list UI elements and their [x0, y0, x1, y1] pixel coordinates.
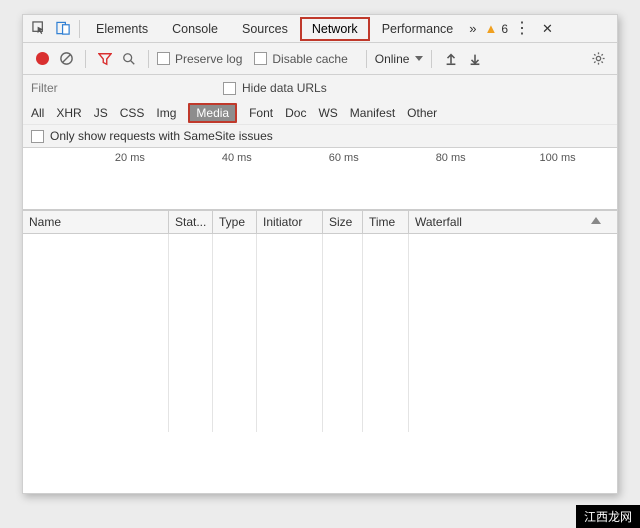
sort-ascending-icon [591, 217, 601, 224]
download-har-icon[interactable] [464, 52, 486, 66]
resource-type-filters: All XHR JS CSS Img Media Font Doc WS Man… [23, 101, 617, 125]
throttling-value: Online [375, 52, 410, 66]
upload-har-icon[interactable] [440, 52, 462, 66]
col-initiator[interactable]: Initiator [257, 211, 323, 233]
warning-count: 6 [501, 22, 508, 36]
clear-button[interactable] [55, 51, 77, 66]
col-name[interactable]: Name [23, 211, 169, 233]
checkbox-icon [254, 52, 267, 65]
type-manifest[interactable]: Manifest [350, 106, 395, 120]
disable-cache-checkbox[interactable]: Disable cache [254, 52, 347, 66]
dropdown-icon [415, 56, 423, 61]
tab-console[interactable]: Console [160, 15, 230, 43]
timeline-tick: 80 ms [436, 152, 466, 164]
device-toolbar-icon[interactable] [51, 21, 75, 36]
col-waterfall-label: Waterfall [415, 215, 462, 229]
tab-performance[interactable]: Performance [370, 15, 466, 43]
type-font[interactable]: Font [249, 106, 273, 120]
devtools-menu-icon[interactable]: ⋮ [508, 21, 536, 37]
watermark: 江西龙网 [576, 505, 640, 528]
type-ws[interactable]: WS [318, 106, 337, 120]
preserve-log-checkbox[interactable]: Preserve log [157, 52, 242, 66]
requests-table-header: Name Stat... Type Initiator Size Time Wa… [23, 210, 617, 234]
samesite-checkbox[interactable]: Only show requests with SameSite issues [23, 125, 617, 148]
type-img[interactable]: Img [156, 106, 176, 120]
filter-input[interactable] [29, 80, 209, 96]
tab-network[interactable]: Network [300, 17, 370, 41]
separator [366, 50, 367, 68]
col-waterfall[interactable]: Waterfall [409, 211, 617, 233]
more-tabs-chevron-icon[interactable]: » [465, 21, 480, 36]
checkbox-icon [31, 130, 44, 143]
tab-sources[interactable]: Sources [230, 15, 300, 43]
inspect-element-icon[interactable] [27, 21, 51, 36]
col-type[interactable]: Type [213, 211, 257, 233]
timeline-tick: 100 ms [540, 152, 576, 164]
settings-gear-icon[interactable] [587, 51, 609, 66]
timeline-tick: 40 ms [222, 152, 252, 164]
col-status[interactable]: Stat... [169, 211, 213, 233]
col-time[interactable]: Time [363, 211, 409, 233]
requests-table-body [23, 234, 617, 432]
record-button[interactable] [31, 52, 53, 65]
checkbox-icon [157, 52, 170, 65]
separator [431, 50, 432, 68]
warnings-badge[interactable]: ▲ 6 [484, 22, 508, 36]
throttling-select[interactable]: Online [375, 52, 424, 66]
timeline-tick: 20 ms [115, 152, 145, 164]
type-all[interactable]: All [31, 106, 44, 120]
overview-timeline[interactable]: 20 ms 40 ms 60 ms 80 ms 100 ms [23, 148, 617, 210]
type-doc[interactable]: Doc [285, 106, 306, 120]
warning-icon: ▲ [484, 22, 497, 35]
type-css[interactable]: CSS [120, 106, 145, 120]
filter-toggle-icon[interactable] [94, 52, 116, 66]
type-other[interactable]: Other [407, 106, 437, 120]
filter-row: Hide data URLs [23, 75, 617, 101]
devtools-window: Elements Console Sources Network Perform… [22, 14, 618, 494]
disable-cache-label: Disable cache [272, 52, 347, 66]
tab-elements[interactable]: Elements [84, 15, 160, 43]
samesite-label: Only show requests with SameSite issues [50, 129, 273, 143]
devtools-tabstrip: Elements Console Sources Network Perform… [23, 15, 617, 43]
separator [148, 50, 149, 68]
hide-data-urls-label: Hide data URLs [242, 81, 327, 95]
close-devtools-icon[interactable]: ✕ [536, 21, 559, 37]
timeline-tick: 60 ms [329, 152, 359, 164]
preserve-log-label: Preserve log [175, 52, 242, 66]
type-media[interactable]: Media [188, 103, 237, 123]
checkbox-icon [223, 82, 236, 95]
type-js[interactable]: JS [94, 106, 108, 120]
type-xhr[interactable]: XHR [56, 106, 81, 120]
search-icon[interactable] [118, 52, 140, 66]
col-size[interactable]: Size [323, 211, 363, 233]
separator [85, 50, 86, 68]
separator [79, 20, 80, 38]
network-toolbar: Preserve log Disable cache Online [23, 43, 617, 75]
hide-data-urls-checkbox[interactable]: Hide data URLs [223, 81, 327, 95]
